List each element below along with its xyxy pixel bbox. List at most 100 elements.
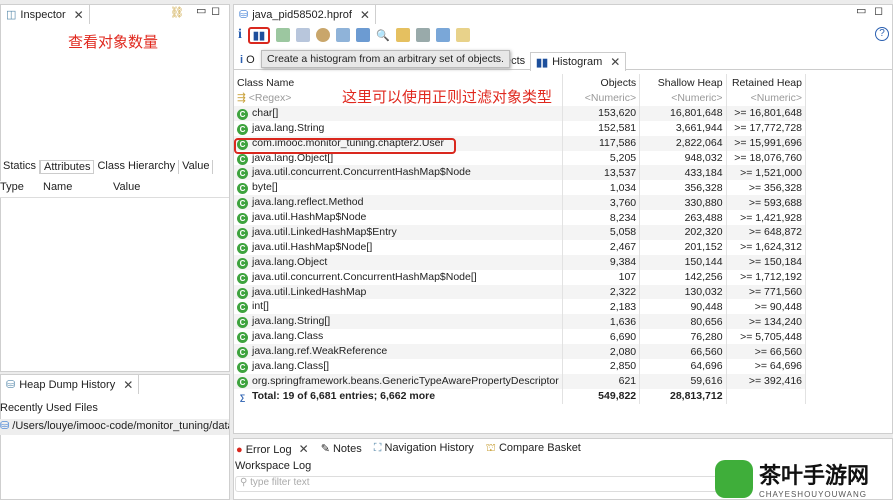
minimize-icon[interactable]: ▭ — [196, 4, 206, 17]
query-browser-icon[interactable] — [356, 28, 370, 42]
table-row[interactable]: Cchar[] 153,620 16,801,648 >= 16,801,648 — [234, 105, 807, 121]
class-name-cell: Cchar[] — [234, 105, 563, 121]
tab-compare-basket[interactable]: ⛫ Compare Basket — [486, 442, 581, 456]
tab-notes[interactable]: ✎ Notes — [321, 442, 362, 456]
table-row[interactable]: Cjava.lang.ref.WeakReference 2,080 66,560 >… — [234, 344, 807, 360]
table-row[interactable]: Cjava.util.LinkedHashMap$Entry 5,058 202,3… — [234, 225, 807, 240]
col-name[interactable]: Name — [43, 181, 72, 193]
table-row[interactable]: Cbyte[] 1,034 356,328 >= 356,328 — [234, 180, 807, 196]
class-icon: C — [237, 227, 248, 239]
link-icon[interactable]: ⛓ — [170, 6, 184, 19]
search-icon[interactable]: 🔍 — [376, 29, 390, 42]
close-icon[interactable]: ✕ — [74, 8, 84, 22]
class-icon: C — [237, 198, 248, 210]
col-value[interactable]: Value — [113, 181, 140, 193]
retained-heap-cell: >= 1,421,928 — [726, 210, 807, 226]
col-type[interactable]: Type — [0, 181, 24, 193]
class-name-cell: Cjava.util.concurrent.ConcurrentHashMap$… — [234, 165, 563, 181]
table-row[interactable]: Cjava.util.HashMap$Node[] 2,467 201,152 >= … — [234, 239, 807, 255]
objects-filter[interactable]: <Numeric> — [562, 91, 641, 106]
objects-cell: 9,384 — [562, 254, 641, 270]
tab-statics[interactable]: Statics — [0, 160, 41, 174]
tab-inspector[interactable]: ◫ Inspector ✕ — [0, 4, 90, 24]
class-name-cell: Cjava.util.LinkedHashMap — [234, 284, 563, 300]
class-name-cell: Cjava.lang.Class[] — [234, 359, 563, 374]
retained-heap-cell: >= 16,801,648 — [726, 105, 807, 121]
info-icon[interactable]: i — [238, 27, 242, 43]
group-icon[interactable] — [395, 28, 410, 42]
table-row[interactable]: Cjava.util.HashMap$Node 8,234 263,488 >= 1,… — [234, 210, 807, 226]
retained-heap-cell: >= 66,560 — [726, 344, 807, 360]
table-row[interactable]: Corg.springframework.beans.GenericTypeAw… — [234, 373, 807, 389]
class-icon: C — [237, 376, 248, 388]
help-icon[interactable]: ? — [875, 27, 889, 41]
retained-heap-cell: >= 15,991,696 — [726, 135, 807, 151]
objects-cell: 2,322 — [562, 284, 641, 300]
subtab-histogram[interactable]: ▮▮ Histogram ✕ — [530, 52, 627, 71]
tab-navigation-history[interactable]: ⛶ Navigation History — [374, 442, 474, 456]
objects-cell: 117,586 — [562, 135, 641, 151]
close-icon[interactable]: ✕ — [360, 8, 370, 22]
table-row[interactable]: Cjava.lang.String 152,581 3,661,944 >= 17,7… — [234, 120, 807, 136]
table-row[interactable]: Cjava.lang.String[] 1,636 80,656 >= 134,240 — [234, 314, 807, 330]
export-icon[interactable] — [435, 28, 450, 42]
objects-cell: 6,690 — [562, 329, 641, 345]
total-row[interactable]: ∑ Total: 19 of 6,681 entries; 6,662 more 5… — [234, 388, 807, 404]
retained-heap-cell: >= 771,560 — [726, 284, 807, 300]
class-icon: C — [237, 287, 248, 299]
histogram-icon[interactable]: ▮▮ — [247, 26, 270, 44]
tab-value[interactable]: Value — [179, 160, 214, 174]
table-row[interactable]: Cint[] 2,183 90,448 >= 90,448 — [234, 299, 807, 315]
filter-input[interactable]: ⚲ type filter text — [235, 476, 735, 492]
shallow-filter[interactable]: <Numeric> — [639, 91, 727, 106]
objects-cell: 1,034 — [562, 180, 641, 196]
histogram-icon: ▮▮ — [536, 56, 549, 69]
oql-icon[interactable] — [296, 28, 310, 42]
close-icon[interactable]: ✕ — [123, 378, 133, 392]
heap-dump-icon: ⛁ — [6, 379, 16, 391]
calculator-icon[interactable] — [415, 28, 430, 42]
reports-icon[interactable] — [336, 28, 350, 42]
shallow-heap-cell: 16,801,648 — [639, 105, 727, 121]
table-row[interactable]: Cjava.util.concurrent.ConcurrentHashMap$… — [234, 269, 807, 285]
retained-heap-cell: >= 392,416 — [726, 373, 807, 389]
recent-file-item[interactable]: ⛁ /Users/louye/imooc-code/monitor_tuning… — [0, 419, 229, 435]
class-name-cell: Cjava.util.concurrent.ConcurrentHashMap$… — [234, 269, 563, 285]
compare-basket-icon[interactable] — [455, 28, 470, 42]
minimize-icon[interactable]: ▭ — [856, 4, 866, 17]
shallow-heap-cell: 356,328 — [639, 180, 727, 196]
col-shallow-heap[interactable]: Shallow Heap — [639, 74, 727, 91]
class-icon: C — [237, 317, 248, 329]
class-icon: C — [237, 242, 248, 254]
retained-heap-cell: >= 5,705,448 — [726, 329, 807, 345]
class-icon: C — [237, 272, 248, 284]
tab-heap-dump-history[interactable]: ⛁ Heap Dump History ✕ — [0, 374, 140, 394]
gear-icon[interactable] — [316, 28, 330, 42]
dominator-tree-icon[interactable] — [276, 28, 290, 42]
col-objects[interactable]: Objects — [562, 74, 641, 91]
class-icon: C — [237, 257, 248, 269]
tab-hprof[interactable]: ⛁ java_pid58502.hprof ✕ — [233, 4, 376, 24]
class-name-cell: Cjava.lang.String — [234, 120, 563, 136]
class-icon: C — [237, 108, 248, 120]
tab-error-log[interactable]: ● Error Log ✕ — [236, 442, 309, 456]
maximize-icon[interactable]: ◻ — [874, 4, 883, 17]
class-name-cell: Cjava.util.HashMap$Node[] — [234, 239, 563, 255]
tooltip: Create a histogram from an arbitrary set… — [261, 50, 510, 68]
table-row[interactable]: Cjava.lang.Object 9,384 150,144 >= 150,184 — [234, 254, 807, 270]
col-retained-heap[interactable]: Retained Heap — [726, 74, 807, 91]
tab-attributes[interactable]: Attributes — [40, 160, 95, 174]
tab-class-hierarchy[interactable]: Class Hierarchy — [94, 160, 180, 174]
table-row[interactable]: Cjava.lang.Class[] 2,850 64,696 >= 64,696 — [234, 359, 807, 374]
class-icon: C — [237, 361, 248, 373]
table-row[interactable]: Cjava.lang.Class 6,690 76,280 >= 5,705,448 — [234, 329, 807, 345]
retained-filter[interactable]: <Numeric> — [726, 91, 807, 106]
subtab-overview[interactable]: i O — [240, 54, 255, 66]
objects-cell: 549,822 — [562, 388, 641, 404]
maximize-icon[interactable]: ◻ — [211, 4, 220, 17]
table-row[interactable]: Cjava.lang.reflect.Method 3,760 330,880 >= … — [234, 195, 807, 211]
table-row[interactable]: Cjava.util.LinkedHashMap 2,322 130,032 >= 7… — [234, 284, 807, 300]
class-name-cell: Cjava.util.HashMap$Node — [234, 210, 563, 226]
table-row[interactable]: Cjava.util.concurrent.ConcurrentHashMap$… — [234, 165, 807, 181]
annotation-count: 查看对象数量 — [68, 34, 159, 51]
